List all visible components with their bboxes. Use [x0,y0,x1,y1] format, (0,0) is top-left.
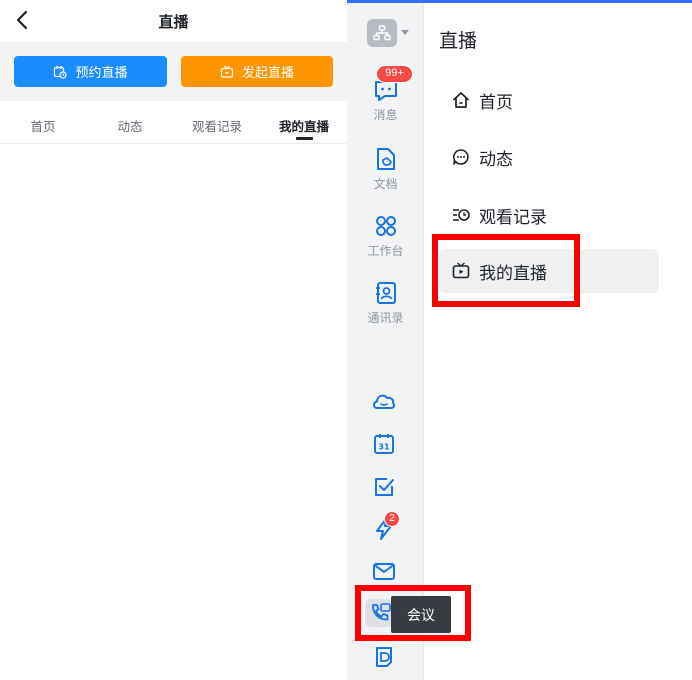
nav-label: 观看记录 [479,207,547,227]
live-panel: 直播 首页 动态 观看记录 我的直播 [425,3,692,680]
docs-icon [376,148,395,170]
cloud-face-icon[interactable] [371,389,397,415]
chat-bubble-icon [453,149,469,165]
tab-history[interactable]: 观看记录 [192,116,242,135]
nav-item-feed[interactable]: 动态 [439,135,659,179]
rail-item-contacts[interactable]: 通讯录 [347,280,424,336]
nav-item-history[interactable]: 观看记录 [439,193,659,237]
desktop-app: 消息 99+ 文档 工作台 通讯录 31 2 直播 首页 动态 观看记录 我的直… [347,0,692,680]
notification-badge: 2 [384,511,400,527]
action-bar: 预约直播 发起直播 [0,42,347,101]
rail-label: 工作台 [367,244,404,258]
mobile-live-page: 直播 预约直播 发起直播 首页 动态 观看记录 我的直播 [0,0,347,680]
nav-item-home[interactable]: 首页 [439,78,659,122]
panel-title: 直播 [439,31,478,52]
mobile-header: 直播 [0,0,347,42]
phone-video-icon[interactable] [367,600,393,626]
org-switcher[interactable] [367,19,397,47]
contacts-icon [375,282,396,304]
org-tree-icon [373,25,391,41]
tab-home[interactable]: 首页 [30,116,55,135]
rail-item-messages[interactable]: 消息 [347,77,424,133]
mail-icon[interactable] [371,558,397,584]
calendar-day: 31 [378,443,390,452]
workplace-icon [375,216,396,236]
rail-label: 消息 [373,108,398,122]
rail-item-workplace[interactable]: 工作台 [347,213,424,269]
history-icon [453,209,470,221]
mobile-tab-bar: 首页 动态 观看记录 我的直播 [0,101,347,144]
schedule-live-button[interactable]: 预约直播 [14,56,167,87]
nav-label: 首页 [479,92,513,112]
tab-feed[interactable]: 动态 [117,116,142,135]
nav-item-my-live[interactable]: 我的直播 [439,249,659,293]
meeting-tooltip: 会议 [391,596,451,633]
nav-label: 我的直播 [479,263,547,283]
schedule-live-label: 预约直播 [75,65,128,80]
checkbox-icon[interactable] [371,474,397,500]
unread-badge: 99+ [376,65,413,83]
calendar-clock-icon [54,65,68,79]
tv-icon [220,65,234,78]
rail-label: 文档 [373,177,398,191]
rail-item-docs[interactable]: 文档 [347,146,424,202]
home-icon [453,92,469,108]
page-title: 直播 [158,14,189,31]
rail-label: 通讯录 [367,311,404,325]
tab-my-live[interactable]: 我的直播 [279,116,329,135]
active-tab-indicator [296,137,313,140]
d-app-icon[interactable] [371,644,397,670]
tv-icon [452,262,470,279]
nav-label: 动态 [479,149,513,169]
caret-down-icon[interactable] [401,30,409,35]
nav-rail: 消息 99+ 文档 工作台 通讯录 31 2 [347,3,424,680]
calendar-icon[interactable]: 31 [371,431,397,457]
start-live-button[interactable]: 发起直播 [181,56,333,87]
start-live-label: 发起直播 [241,65,294,80]
